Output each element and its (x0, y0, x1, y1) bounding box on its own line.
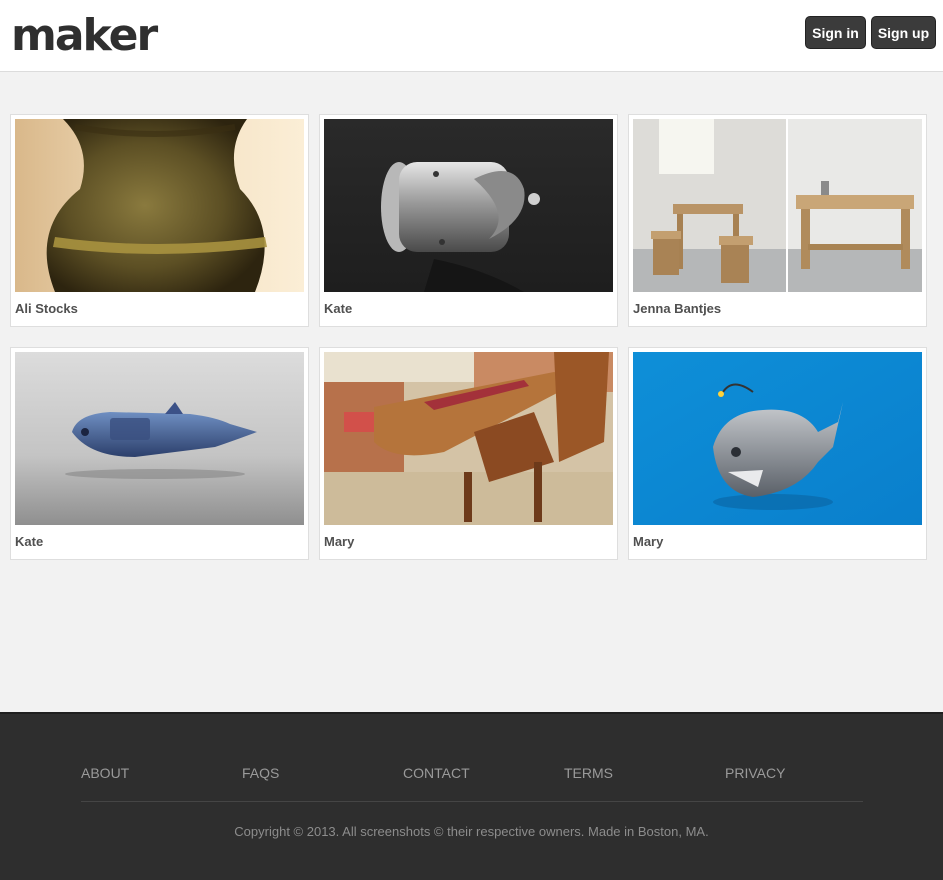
card-author[interactable]: Jenna Bantjes (633, 301, 721, 316)
site-header: maker Sign in Sign up (0, 0, 943, 72)
gallery-card[interactable]: Kate (10, 347, 309, 560)
metal-anglerfish-image[interactable] (633, 352, 922, 525)
site-footer: ABOUT FAQS CONTACT TERMS PRIVACY Copyrig… (0, 712, 943, 880)
copyright-text: Copyright © 2013. All screenshots © thei… (234, 824, 709, 839)
metal-propeller-image[interactable] (324, 119, 613, 292)
card-author[interactable]: Ali Stocks (15, 301, 78, 316)
gallery-card[interactable]: Kate (319, 114, 618, 327)
card-author[interactable]: Kate (324, 301, 352, 316)
pottery-vase-image[interactable] (15, 119, 304, 292)
sign-in-button[interactable]: Sign in (805, 16, 866, 49)
maker-logo[interactable]: maker (11, 8, 158, 64)
footer-link-privacy[interactable]: PRIVACY (725, 765, 785, 781)
gallery-card[interactable]: Mary (628, 347, 927, 560)
footer-link-terms[interactable]: TERMS (564, 765, 613, 781)
gallery-card[interactable]: Mary (319, 347, 618, 560)
robotic-fish-image[interactable] (15, 352, 304, 525)
footer-link-about[interactable]: ABOUT (81, 765, 129, 781)
footer-divider (81, 801, 863, 802)
card-author[interactable]: Kate (15, 534, 43, 549)
card-author[interactable]: Mary (324, 534, 354, 549)
gallery-card[interactable]: Jenna Bantjes (628, 114, 927, 327)
footer-link-contact[interactable]: CONTACT (403, 765, 470, 781)
card-author[interactable]: Mary (633, 534, 663, 549)
dining-table-image[interactable] (324, 352, 613, 525)
gallery-card[interactable]: Ali Stocks (10, 114, 309, 327)
sign-up-button[interactable]: Sign up (871, 16, 936, 49)
footer-link-faqs[interactable]: FAQS (242, 765, 279, 781)
wooden-furniture-image[interactable] (633, 119, 922, 292)
